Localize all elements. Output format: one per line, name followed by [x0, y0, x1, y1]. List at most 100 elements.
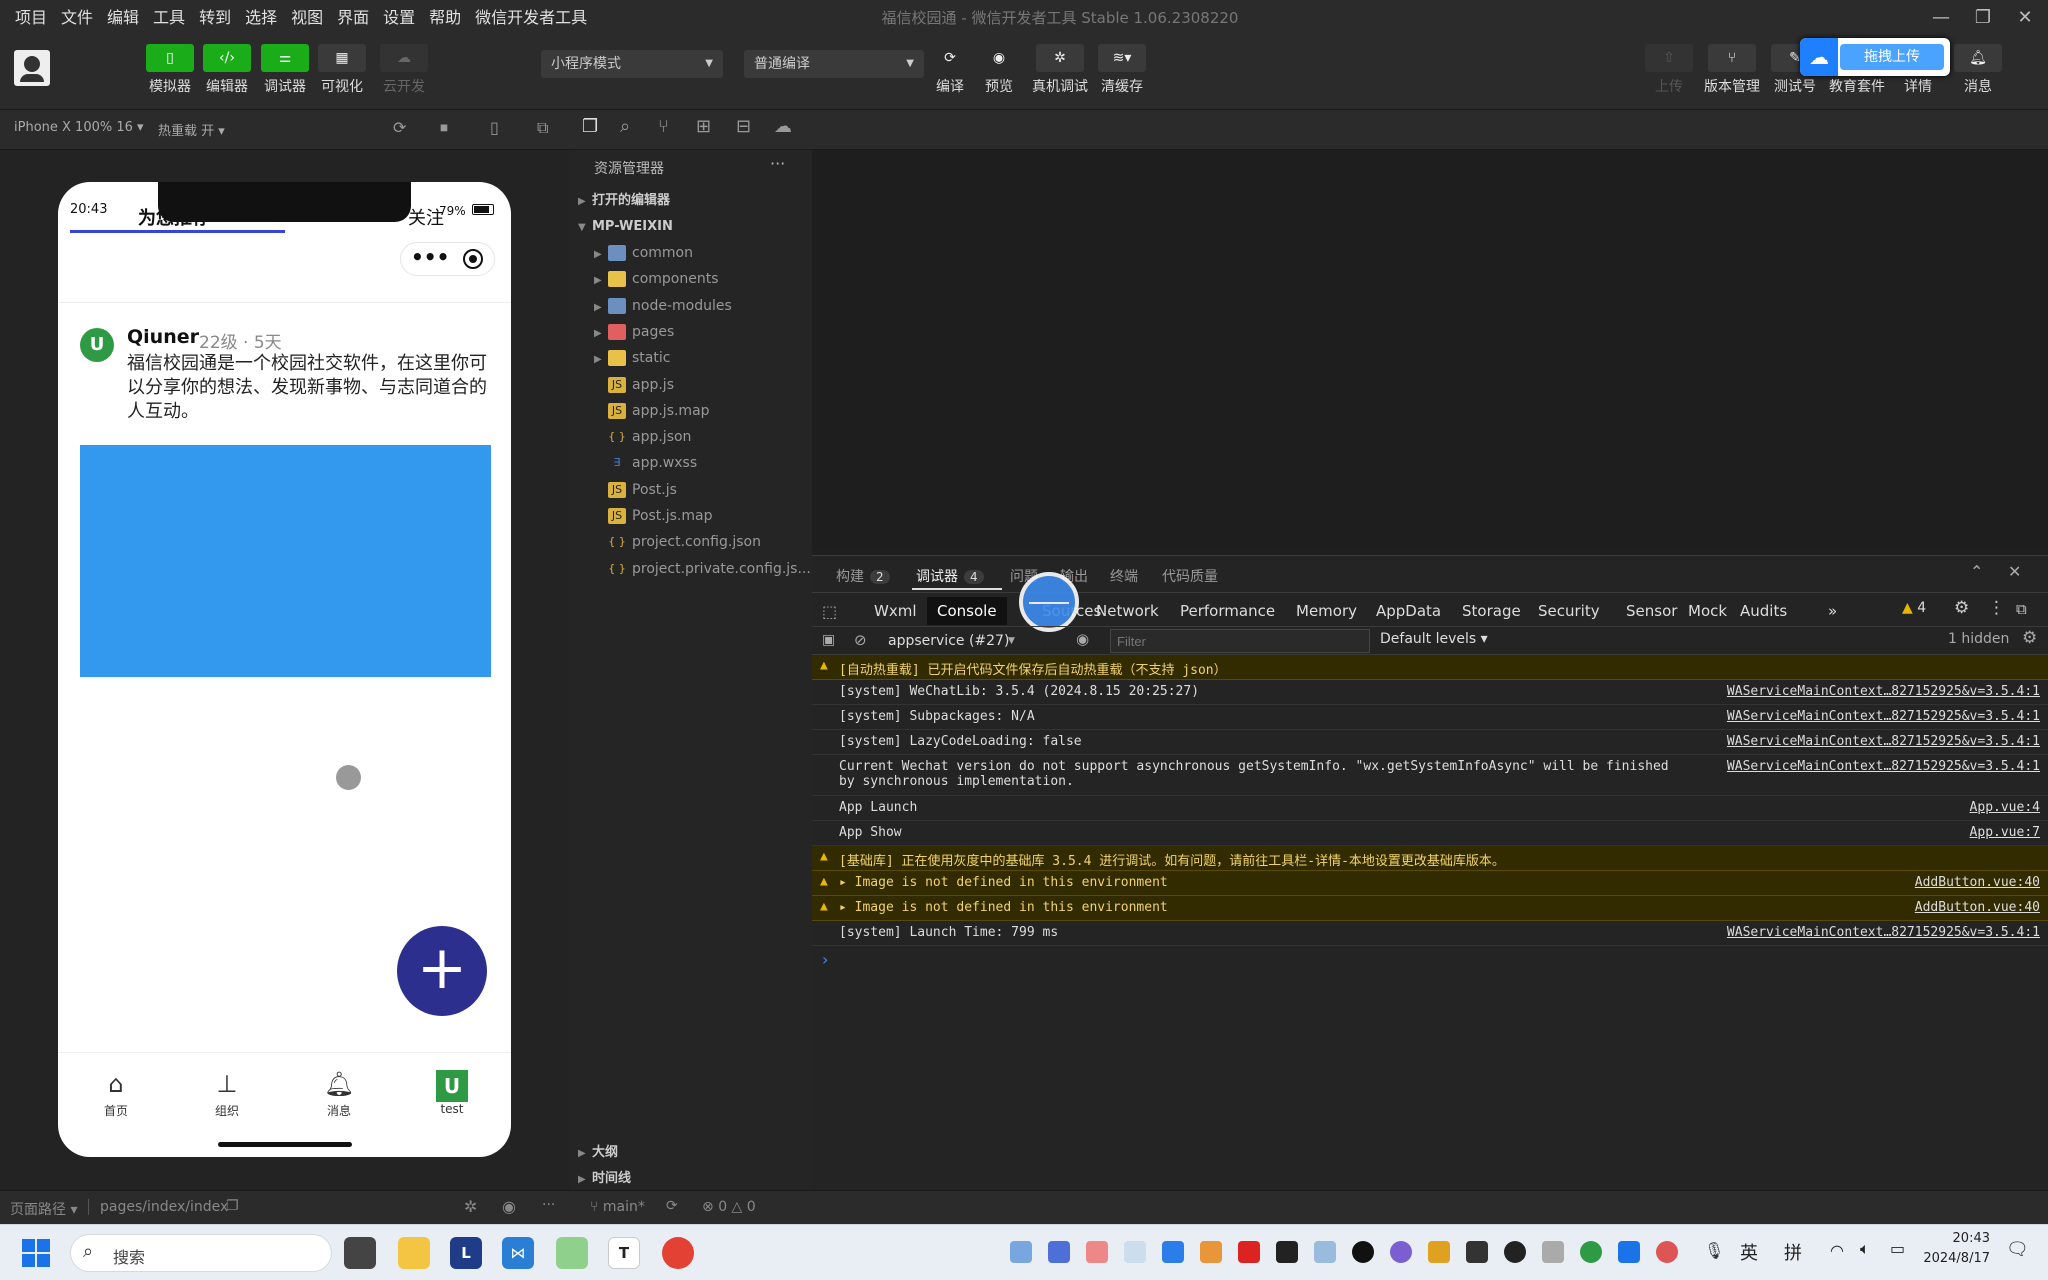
eye-icon[interactable]: ◉: [502, 1197, 516, 1216]
key-icon[interactable]: [1428, 1241, 1450, 1263]
menu-item-help[interactable]: 帮助: [422, 0, 468, 36]
compile-button[interactable]: ⟳ 编译: [926, 44, 974, 96]
device-select[interactable]: iPhone X 100% 16 ▾: [14, 120, 144, 135]
shield-icon[interactable]: [1048, 1241, 1070, 1263]
open-editors-section[interactable]: ▶ 打开的编辑器: [570, 188, 812, 214]
source-link[interactable]: App.vue:7: [1970, 825, 2040, 840]
post-username[interactable]: Qiuner: [127, 326, 199, 348]
menu-item-wechat-devtools[interactable]: 微信开发者工具: [468, 0, 594, 36]
editor-button[interactable]: ‹/› 编辑器: [203, 44, 251, 96]
clock-time[interactable]: 20:43: [1920, 1231, 1990, 1246]
folder-item[interactable]: ▶ pages: [570, 319, 812, 345]
menu-item-file[interactable]: 文件: [54, 0, 100, 36]
app-l-icon[interactable]: L: [450, 1237, 482, 1269]
menu-item-goto[interactable]: 转到: [192, 0, 238, 36]
menu-item-edit[interactable]: 编辑: [100, 0, 146, 36]
folder-item[interactable]: ▶ static: [570, 345, 812, 371]
menu-item-tools[interactable]: 工具: [146, 0, 192, 36]
split-icon[interactable]: ⊟: [736, 116, 751, 137]
panel-tab[interactable]: Security: [1528, 597, 1610, 625]
outline-section[interactable]: ▶ 大纲: [570, 1140, 812, 1166]
source-link[interactable]: WAServiceMainContext…827152925&v=3.5.4:1: [1727, 684, 2040, 699]
upload-button[interactable]: ⇧ 上传: [1645, 44, 1693, 96]
sync-icon[interactable]: ⟳: [666, 1198, 678, 1214]
timeline-section[interactable]: ▶ 时间线: [570, 1166, 812, 1192]
hot-reload-select[interactable]: 热重载 开 ▾: [158, 120, 225, 139]
tray-icon-11[interactable]: [1390, 1241, 1412, 1263]
console-message-text[interactable]: ▸ Image is not defined in this environme…: [839, 900, 1168, 915]
add-post-button[interactable]: +: [397, 926, 487, 1016]
nav-org[interactable]: ⊥ 组织: [199, 1070, 255, 1119]
mode-select[interactable]: 小程序模式 ▼: [541, 50, 723, 78]
source-link[interactable]: App.vue:4: [1970, 800, 2040, 815]
simulator-button[interactable]: ▯ 模拟器: [146, 44, 194, 96]
nav-messages[interactable]: 🔔︎ 消息: [311, 1070, 367, 1119]
stop-icon[interactable]: ⏹: [440, 118, 448, 138]
windows-start-icon[interactable]: [22, 1239, 50, 1267]
panel-tab[interactable]: Wxml: [864, 597, 927, 625]
close-icon[interactable]: ✕: [2008, 562, 2021, 581]
menu-item-view[interactable]: 视图: [284, 0, 330, 36]
debugger-button[interactable]: ⚌ 调试器: [261, 44, 309, 96]
panel-tab[interactable]: Mock: [1678, 597, 1737, 625]
minimize-icon[interactable]: —: [1918, 0, 1964, 36]
notification-icon[interactable]: 🗨︎: [2006, 1239, 2029, 1260]
tray-icon-5[interactable]: [1162, 1241, 1184, 1263]
ime-english[interactable]: 英: [1740, 1239, 1758, 1265]
microphone-icon[interactable]: 🎙︎: [1704, 1241, 1724, 1260]
source-link[interactable]: WAServiceMainContext…827152925&v=3.5.4:1: [1727, 925, 2040, 940]
panel-tab[interactable]: Network: [1086, 597, 1169, 625]
tray-icon-1[interactable]: [1010, 1241, 1032, 1263]
console-settings-icon[interactable]: ⚙: [2022, 628, 2037, 648]
tray-icon-7[interactable]: [1238, 1241, 1260, 1263]
console-prompt[interactable]: ›: [822, 950, 828, 969]
clear-cache-button[interactable]: ≋▾ 清缓存: [1098, 44, 1146, 96]
capsule-menu[interactable]: •••: [400, 242, 495, 276]
folder-item[interactable]: ▶ common: [570, 240, 812, 266]
post-image[interactable]: [80, 445, 491, 677]
devtools-tab[interactable]: 代码质量: [1162, 566, 1218, 586]
drag-handle-circle[interactable]: [1019, 572, 1079, 632]
tray-icon-16[interactable]: [1580, 1241, 1602, 1263]
wifi-icon[interactable]: ◠: [1830, 1241, 1844, 1260]
tray-icon-8[interactable]: [1276, 1241, 1298, 1263]
source-link[interactable]: WAServiceMainContext…827152925&v=3.5.4:1: [1727, 759, 2040, 774]
collapse-icon[interactable]: ⌃: [1970, 562, 1983, 581]
panel-tab[interactable]: AppData: [1366, 597, 1451, 625]
typora-icon[interactable]: T: [608, 1237, 640, 1269]
menu-item-project[interactable]: 项目: [8, 0, 54, 36]
tray-icon-3[interactable]: [1086, 1241, 1108, 1263]
folder-item[interactable]: ▶ components: [570, 266, 812, 292]
nav-test[interactable]: U test: [424, 1070, 480, 1116]
file-item[interactable]: JS app.js: [570, 372, 812, 398]
eye-icon[interactable]: ◉: [1076, 630, 1089, 648]
levels-select[interactable]: Default levels ▾: [1380, 631, 1488, 647]
folder-item[interactable]: ▶ node-modules: [570, 293, 812, 319]
file-item[interactable]: JS Post.js: [570, 477, 812, 503]
file-explorer-icon[interactable]: [398, 1237, 430, 1269]
file-item[interactable]: JS app.js.map: [570, 398, 812, 424]
refresh-icon[interactable]: ⟳: [393, 118, 406, 137]
avatar[interactable]: [14, 50, 50, 86]
chrome-icon[interactable]: [662, 1237, 694, 1269]
problems-indicator[interactable]: ⊗ 0 △ 0: [702, 1199, 756, 1215]
git-branch[interactable]: ⑂ main*: [590, 1199, 645, 1215]
files-icon[interactable]: ❐: [582, 116, 598, 137]
panel-tab[interactable]: Memory: [1286, 597, 1367, 625]
usb-icon[interactable]: [1542, 1241, 1564, 1263]
window-icon[interactable]: ⧉: [537, 118, 548, 138]
nvidia-icon[interactable]: [1466, 1241, 1488, 1263]
real-debug-button[interactable]: ✲ 真机调试: [1028, 44, 1092, 96]
phone-icon[interactable]: ▯: [490, 118, 499, 137]
steam-icon[interactable]: [1504, 1241, 1526, 1263]
maximize-icon[interactable]: ❐: [1960, 0, 2006, 36]
preview-button[interactable]: ◉ 预览: [975, 44, 1023, 96]
warning-count[interactable]: ▲ 4: [1902, 600, 1926, 616]
page-path-label[interactable]: 页面路径 ▾: [10, 1199, 77, 1219]
context-select[interactable]: appservice (#27) ▼: [888, 629, 1018, 653]
sidebar-toggle-icon[interactable]: ▣: [822, 632, 835, 648]
git-icon[interactable]: ⑂: [658, 116, 669, 137]
taskbar-search[interactable]: ⌕ 搜索: [70, 1234, 332, 1272]
compile-mode-select[interactable]: 普通编译 ▼: [744, 50, 924, 78]
clear-console-icon[interactable]: ⊘: [854, 631, 867, 649]
